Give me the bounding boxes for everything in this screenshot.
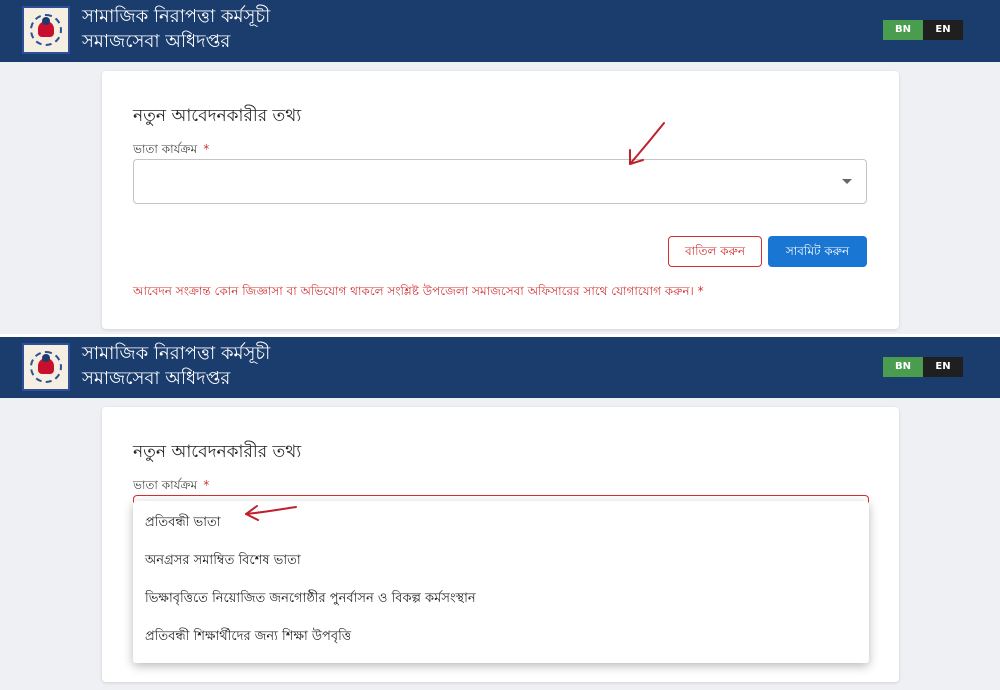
screenshot-closed-dropdown: সামাজিক নিরাপত্তা কর্মসূচী সমাজসেবা অধিদ… <box>0 0 1000 334</box>
dropdown-option[interactable]: প্রতিবন্ধী ভাতা <box>145 513 221 534</box>
cancel-button[interactable]: বাতিল করুন <box>668 236 762 267</box>
allowance-program-select[interactable] <box>133 159 867 204</box>
allowance-program-label-text: ভাতা কার্যক্রম <box>133 478 198 492</box>
header-title-line1: সামাজিক নিরাপত্তা কর্মসূচী <box>82 343 271 364</box>
top-header: সামাজিক নিরাপত্তা কর্মসূচী সমাজসেবা অধিদ… <box>0 0 1000 62</box>
allowance-program-label: ভাতা কার্যক্রম * <box>133 477 209 497</box>
header-title-line2: সমাজসেবা অধিদপ্তর <box>82 368 231 389</box>
allowance-program-label-text: ভাতা কার্যক্রম <box>133 142 198 156</box>
dropdown-option[interactable]: অনগ্রসর সমাম্বিত বিশেষ ভাতা <box>145 551 301 572</box>
submit-button[interactable]: সাবমিট করুন <box>768 236 867 267</box>
contact-notice: আবেদন সংক্রান্ত কোন জিজ্ঞাসা বা অভিযোগ থ… <box>133 284 704 298</box>
dropdown-option[interactable]: প্রতিবন্ধী শিক্ষার্থীদের জন্য শিক্ষা উপব… <box>145 627 351 648</box>
header-title-line2: সমাজসেবা অধিদপ্তর <box>82 31 231 52</box>
annotation-arrow-icon <box>245 505 297 521</box>
form-title: নতুন আবেদনকারীর তথ্য <box>133 106 302 126</box>
annotation-arrow-icon <box>629 122 665 165</box>
language-switcher: BN EN <box>883 20 963 40</box>
allowance-program-dropdown-menu: প্রতিবন্ধী ভাতা অনগ্রসর সমাম্বিত বিশেষ ভ… <box>133 501 869 663</box>
logo-figure <box>42 17 50 25</box>
header-title-line1: সামাজিক নিরাপত্তা কর্মসূচী <box>82 6 271 27</box>
allowance-program-label: ভাতা কার্যক্রম * <box>133 141 209 161</box>
lang-bn-button[interactable]: BN <box>883 20 923 40</box>
department-logo-icon <box>22 6 70 54</box>
form-title: নতুন আবেদনকারীর তথ্য <box>133 442 302 462</box>
required-mark: * <box>203 142 210 156</box>
required-mark: * <box>203 478 210 492</box>
department-logo-icon <box>22 343 70 391</box>
lang-en-button[interactable]: EN <box>923 20 963 40</box>
top-header: সামাজিক নিরাপত্তা কর্মসূচী সমাজসেবা অধিদ… <box>0 337 1000 398</box>
lang-bn-button[interactable]: BN <box>883 357 923 377</box>
logo-figure <box>42 354 50 362</box>
language-switcher: BN EN <box>883 357 963 377</box>
lang-en-button[interactable]: EN <box>923 357 963 377</box>
chevron-down-icon[interactable] <box>842 179 852 184</box>
screenshot-open-dropdown: সামাজিক নিরাপত্তা কর্মসূচী সমাজসেবা অধিদ… <box>0 337 1000 690</box>
application-form-card: নতুন আবেদনকারীর তথ্য ভাতা কার্যক্রম * বাত… <box>102 71 899 329</box>
dropdown-option[interactable]: ভিক্ষাবৃত্তিতে নিয়োজিত জনগোষ্ঠীর পুনর্ব… <box>145 589 476 610</box>
